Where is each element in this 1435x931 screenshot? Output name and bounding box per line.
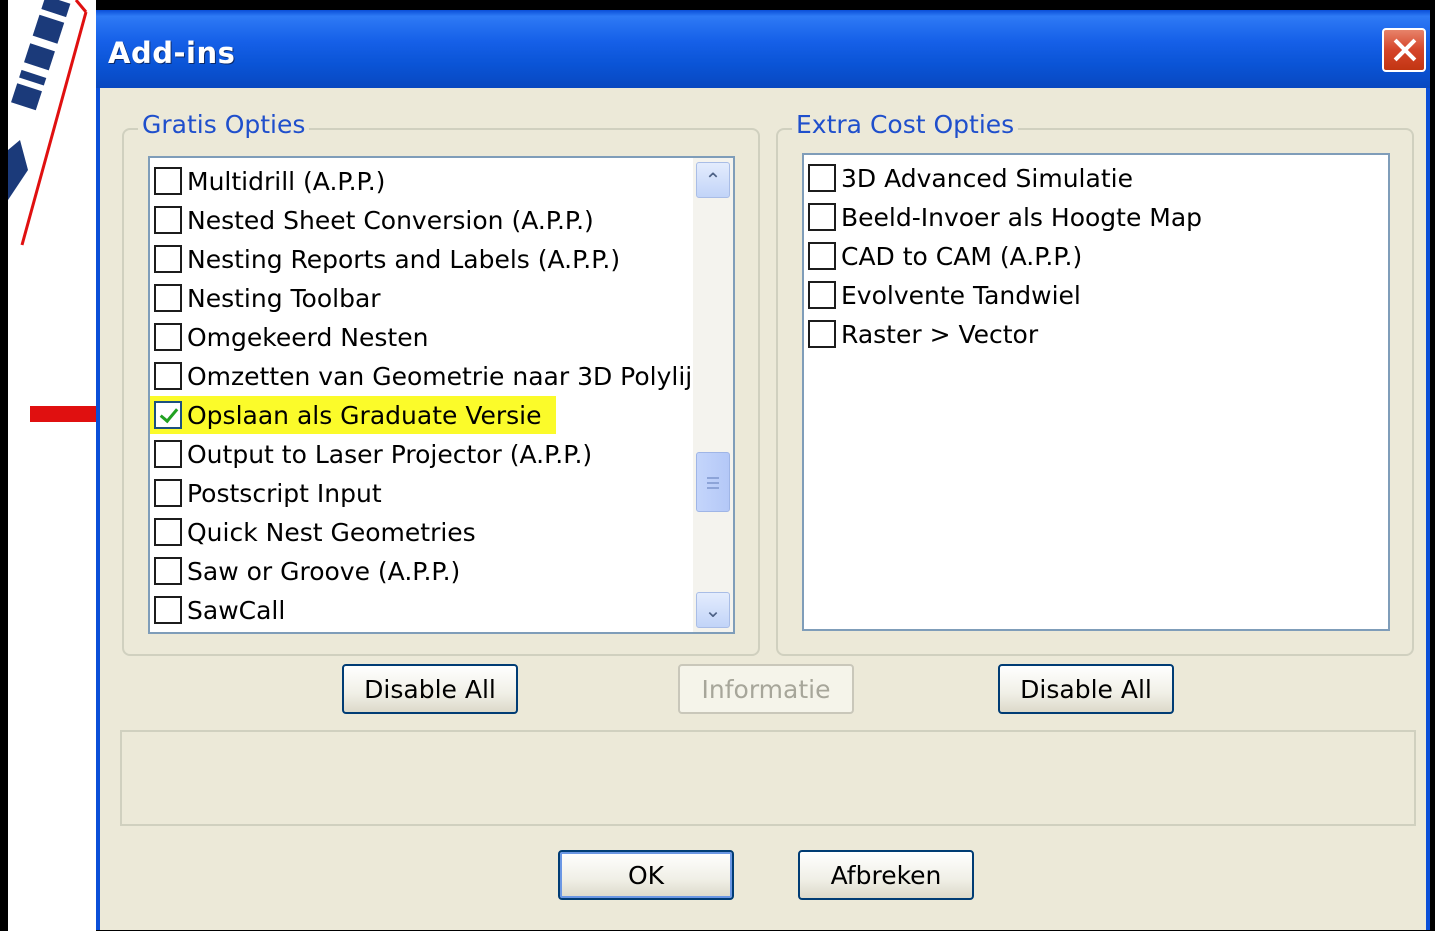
list-item[interactable]: Nesting Reports and Labels (A.P.P.) (154, 240, 620, 278)
ok-button[interactable]: OK (558, 850, 734, 900)
checkbox-icon[interactable] (154, 557, 182, 585)
extra-cost-options-list[interactable]: 3D Advanced Simulatie Beeld-Invoer als Ho… (802, 153, 1390, 631)
list-item[interactable]: Nested Sheet Conversion (A.P.P.) (154, 201, 594, 239)
title-bar[interactable]: Add-ins (96, 10, 1430, 88)
checkbox-icon[interactable] (154, 479, 182, 507)
close-icon[interactable] (1382, 28, 1426, 72)
list-item[interactable]: Output to Laser Projector (A.P.P.) (154, 435, 592, 473)
list-item-label: Omgekeerd Nesten (187, 322, 429, 352)
list-item-label: Output to Laser Projector (A.P.P.) (187, 439, 593, 469)
list-item-label: Omzetten van Geometrie naar 3D Polylijn (187, 361, 709, 391)
checkbox-icon[interactable] (154, 518, 182, 546)
background-document (8, 0, 96, 931)
checkbox-icon[interactable] (154, 362, 182, 390)
list-item-label: CAD to CAM (A.P.P.) (841, 241, 1083, 271)
annotation-arrow-shaft (30, 406, 100, 422)
checkbox-icon[interactable] (808, 203, 836, 231)
window-border-right (1426, 88, 1430, 930)
document-annotation (8, 0, 88, 246)
list-item-label: Quick Nest Geometries (187, 517, 476, 547)
list-item-label: Raster > Vector (841, 319, 1039, 349)
list-item-label: Postscript Input (187, 478, 382, 508)
list-item[interactable]: Omzetten van Geometrie naar 3D Polylijn (154, 357, 708, 395)
add-ins-dialog: Add-ins Gratis Opties Multidrill (A.P.P.… (96, 10, 1430, 930)
checkbox-checked-icon[interactable] (154, 401, 182, 429)
free-options-list[interactable]: Multidrill (A.P.P.) Nested Sheet Conversi… (148, 156, 735, 634)
cancel-button[interactable]: Afbreken (798, 850, 974, 900)
list-item[interactable]: Beeld-Invoer als Hoogte Map (808, 198, 1202, 236)
list-item[interactable]: Quick Nest Geometries (154, 513, 476, 551)
list-item-label: Evolvente Tandwiel (841, 280, 1081, 310)
informatie-button[interactable]: Informatie (678, 664, 854, 714)
list-item-label: Multidrill (A.P.P.) (187, 166, 386, 196)
checkbox-icon[interactable] (808, 281, 836, 309)
list-item-label: Nesting Reports and Labels (A.P.P.) (187, 244, 621, 274)
list-item[interactable]: Saw or Groove (A.P.P.) (154, 552, 460, 590)
list-item-label: 3D Advanced Simulatie (841, 163, 1133, 193)
list-item[interactable]: SawCall (154, 591, 285, 629)
checkbox-icon[interactable] (154, 284, 182, 312)
list-item[interactable]: CAD to CAM (A.P.P.) (808, 237, 1082, 275)
list-item[interactable]: Opslaan als Graduate Versie (150, 396, 556, 434)
list-item[interactable]: Evolvente Tandwiel (808, 276, 1081, 314)
list-item-label: Saw or Groove (A.P.P.) (187, 556, 461, 586)
checkbox-icon[interactable] (154, 245, 182, 273)
checkbox-icon[interactable] (154, 206, 182, 234)
scroll-thumb[interactable] (696, 452, 730, 512)
list-item-label: Opslaan als Graduate Versie (187, 400, 542, 430)
extra-cost-options-label: Extra Cost Opties (792, 110, 1019, 139)
checkbox-icon[interactable] (154, 323, 182, 351)
info-panel (120, 730, 1416, 826)
disable-all-free-button[interactable]: Disable All (342, 664, 518, 714)
scroll-down-icon[interactable]: ⌄ (696, 592, 730, 628)
list-item[interactable]: Omgekeerd Nesten (154, 318, 428, 356)
disable-all-extra-button[interactable]: Disable All (998, 664, 1174, 714)
checkbox-icon[interactable] (154, 596, 182, 624)
list-item-label: SawCall (187, 595, 286, 625)
free-options-scrollbar[interactable]: ⌃ ⌄ (693, 158, 733, 632)
list-item-label: Nested Sheet Conversion (A.P.P.) (187, 205, 594, 235)
checkbox-icon[interactable] (808, 164, 836, 192)
window-border-left (96, 88, 100, 930)
list-item[interactable]: Raster > Vector (808, 315, 1038, 353)
list-item[interactable]: 3D Advanced Simulatie (808, 159, 1133, 197)
free-options-label: Gratis Opties (138, 110, 310, 139)
list-item[interactable]: Multidrill (A.P.P.) (154, 162, 385, 200)
scroll-up-icon[interactable]: ⌃ (696, 162, 730, 198)
checkbox-icon[interactable] (808, 242, 836, 270)
list-item-label: Nesting Toolbar (187, 283, 381, 313)
checkbox-icon[interactable] (154, 167, 182, 195)
checkbox-icon[interactable] (154, 440, 182, 468)
list-item[interactable]: Nesting Toolbar (154, 279, 381, 317)
dialog-title: Add-ins (108, 36, 236, 70)
list-item-label: Beeld-Invoer als Hoogte Map (841, 202, 1203, 232)
checkbox-icon[interactable] (808, 320, 836, 348)
list-item[interactable]: Postscript Input (154, 474, 382, 512)
